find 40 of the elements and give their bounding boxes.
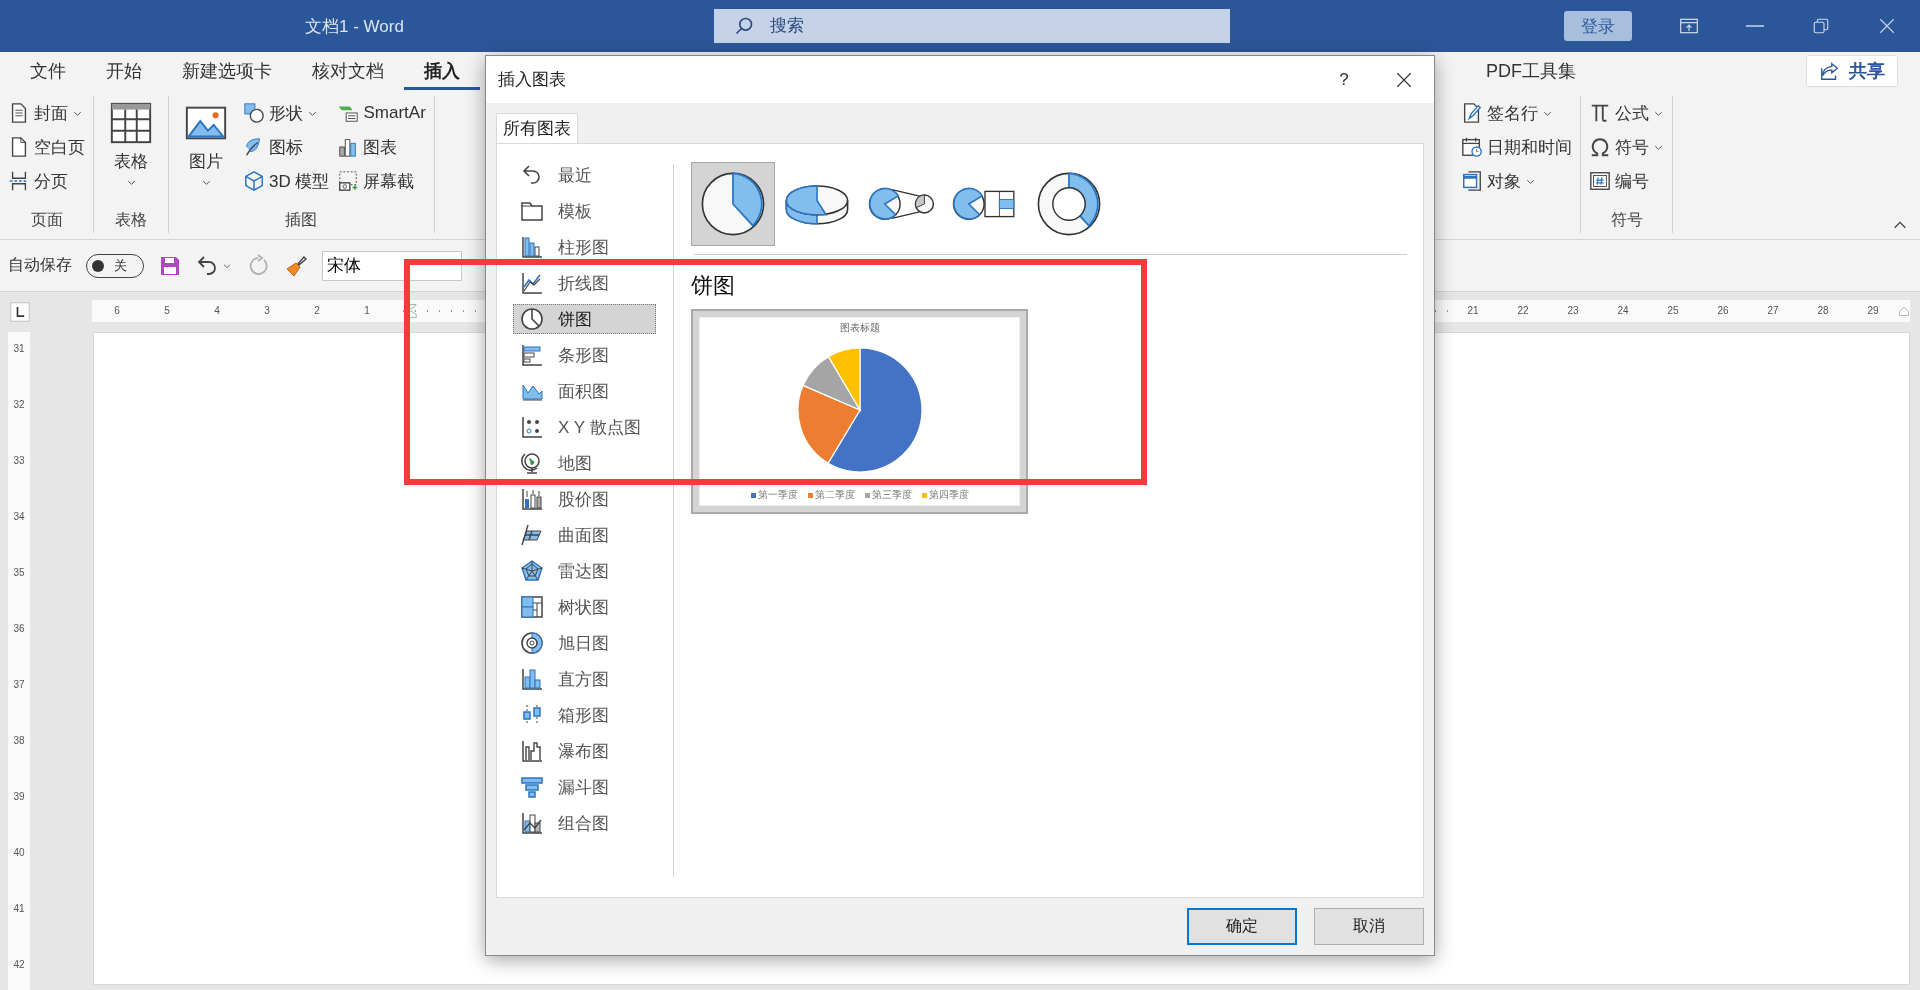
group-label: 插图 [284,210,319,230]
ruler-number: 22 [1517,305,1529,316]
ruler-number: 31 [13,343,25,354]
ruler-number: 25 [1667,305,1679,316]
dialog-title: 插入图表 [498,69,566,91]
ruler-number: 27 [1767,305,1779,316]
ruler-number: 28 [1817,305,1829,316]
ruler-number: 1 [364,305,370,316]
ruler-number: 37 [13,679,25,690]
ruler-number: 2 [314,305,320,316]
legend-label: 第三季度 [871,488,912,502]
ruler-number: 40 [13,847,25,858]
window-title: 文档1 - Word [304,16,404,36]
legend-label: 第一季度 [757,488,798,502]
group-label: 符号 [1609,210,1644,230]
ruler-number: 39 [13,791,25,802]
ruler-number: 6 [114,305,120,316]
ruler-number: 23 [1567,305,1579,316]
legend-label: 第四季度 [928,488,969,502]
ruler-number: 35 [13,567,25,578]
ruler-number: 42 [13,959,25,970]
ruler-number: 38 [13,735,25,746]
ruler-number: 36 [13,623,25,634]
chart-type-heading: 饼图 [691,272,736,300]
group-label: 页面 [29,210,64,230]
ruler-number: 29 [1867,305,1879,316]
ruler-number: 34 [13,511,25,522]
ruler-number: 32 [13,399,25,410]
ruler-number: 33 [13,455,25,466]
ruler-number: 26 [1717,305,1729,316]
ruler-number: 24 [1617,305,1629,316]
chart-title: 图表标题 [839,321,880,335]
ruler-number: 41 [13,903,25,914]
ruler-number: 5 [164,305,170,316]
ruler-number: 3 [264,305,270,316]
ruler-number: 4 [214,305,220,316]
ruler-number: 21 [1467,305,1479,316]
autosave-label: 自动保存 [8,255,72,275]
group-label: 表格 [114,210,148,230]
legend-label: 第二季度 [814,488,855,502]
